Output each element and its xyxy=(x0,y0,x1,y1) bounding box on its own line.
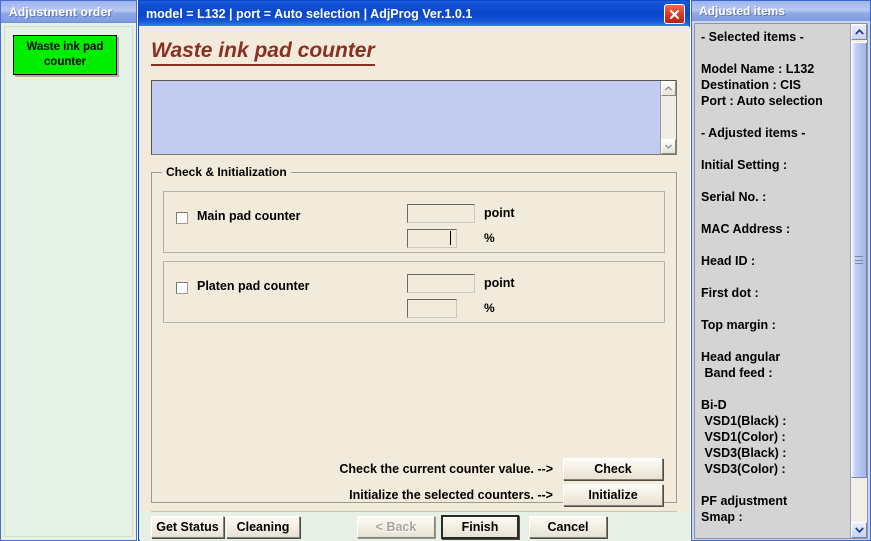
main-pad-counter-point-unit: point xyxy=(484,206,515,220)
adjusted-item: VSD3(Black) : xyxy=(701,445,851,461)
initialize-action-row: Initialize the selected counters. --> In… xyxy=(349,484,663,506)
platen-pad-counter-point-unit: point xyxy=(484,276,515,290)
adjprog-application: Adjustment order Waste ink pad counter m… xyxy=(0,0,871,541)
text-caret xyxy=(450,231,451,245)
adjustment-order-body: Waste ink pad counter xyxy=(4,26,133,537)
check-and-initialization-group: Check & Initialization Main pad counter … xyxy=(151,172,677,503)
adjusted-item: Port : Auto selection xyxy=(701,93,851,109)
adjusted-item: Top margin : xyxy=(701,317,851,333)
adjusted-items-panel: Adjusted items - Selected items - Model N… xyxy=(691,0,871,541)
platen-pad-counter-point-input[interactable] xyxy=(407,274,475,293)
adjusted-item: MAC Address : xyxy=(701,221,851,237)
log-scroll-up-icon[interactable] xyxy=(661,81,676,96)
adjusted-items-list: - Selected items - Model Name : L132Desti… xyxy=(695,24,851,525)
adjusted-items-scrollbar[interactable] xyxy=(850,24,867,538)
adjusted-item: VSD1(Black) : xyxy=(701,413,851,429)
platen-pad-counter-row: Platen pad counter point % xyxy=(163,261,665,323)
initialize-button[interactable]: Initialize xyxy=(563,484,663,506)
main-window-titlebar: model = L132 | port = Auto selection | A… xyxy=(139,1,689,26)
scrollbar-thumb[interactable] xyxy=(851,42,867,478)
adjusted-item: Destination : CIS xyxy=(701,77,851,93)
adjustment-order-panel: Adjustment order Waste ink pad counter xyxy=(0,0,137,541)
platen-pad-counter-percent-unit: % xyxy=(484,301,495,315)
adjusted-item: Model Name : L132 xyxy=(701,61,851,77)
adjusted-item: Smap : xyxy=(701,509,851,525)
check-action-prompt: Check the current counter value. --> xyxy=(339,462,553,476)
scroll-up-icon[interactable] xyxy=(851,24,867,40)
platen-pad-counter-checkbox[interactable] xyxy=(176,282,188,294)
adjusted-item: - Selected items - xyxy=(701,29,851,45)
finish-button[interactable]: Finish xyxy=(441,515,519,539)
adjusted-items-title: Adjusted items xyxy=(699,4,785,18)
adjusted-item: VSD3(Color) : xyxy=(701,461,851,477)
adjusted-item: First dot : xyxy=(701,285,851,301)
initialize-action-prompt: Initialize the selected counters. --> xyxy=(349,488,553,502)
log-scroll-down-icon[interactable] xyxy=(661,139,676,154)
adjustment-order-titlebar: Adjustment order xyxy=(1,1,136,23)
main-pad-counter-checkbox[interactable] xyxy=(176,212,188,224)
adjustment-order-title: Adjustment order xyxy=(9,5,112,19)
scroll-down-icon[interactable] xyxy=(851,522,867,538)
main-window-body: Waste ink pad counter Check & Initializa… xyxy=(140,27,690,541)
log-scrollbar[interactable] xyxy=(660,81,676,154)
platen-pad-counter-label: Platen pad counter xyxy=(197,279,310,293)
main-window-title: model = L132 | port = Auto selection | A… xyxy=(146,7,472,21)
main-pad-counter-label: Main pad counter xyxy=(197,209,300,223)
adjusted-item: Band feed : xyxy=(701,365,851,381)
back-button: < Back xyxy=(357,516,435,538)
check-action-row: Check the current counter value. --> Che… xyxy=(339,458,663,480)
cancel-button[interactable]: Cancel xyxy=(529,516,607,538)
adjusted-item: PF adjustment xyxy=(701,493,851,509)
main-pad-counter-row: Main pad counter point % xyxy=(163,191,665,253)
adjusted-item: Initial Setting : xyxy=(701,157,851,173)
adjusted-item: VSD1(Color) : xyxy=(701,429,851,445)
adjusted-item: Head angular xyxy=(701,349,851,365)
platen-pad-counter-percent-input[interactable] xyxy=(407,299,457,318)
adjusted-item: Serial No. : xyxy=(701,189,851,205)
adjusted-item: - Adjusted items - xyxy=(701,125,851,141)
log-output-area[interactable] xyxy=(151,80,677,155)
adjusted-item: Head ID : xyxy=(701,253,851,269)
get-status-button[interactable]: Get Status xyxy=(151,516,224,538)
scrollbar-grip-icon xyxy=(855,256,863,264)
group-legend: Check & Initialization xyxy=(162,165,291,179)
adjusted-item: Bi-D xyxy=(701,397,851,413)
page-title: Waste ink pad counter xyxy=(151,39,375,66)
close-icon[interactable] xyxy=(664,4,685,24)
footer-button-bar: Get Status Cleaning < Back Finish Cancel xyxy=(140,512,690,541)
adjusted-items-body: - Selected items - Model Name : L132Desti… xyxy=(694,23,868,539)
main-pad-counter-percent-unit: % xyxy=(484,231,495,245)
check-button[interactable]: Check xyxy=(563,458,663,480)
adjusted-items-titlebar: Adjusted items xyxy=(692,1,870,21)
main-pad-counter-point-input[interactable] xyxy=(407,204,475,223)
cleaning-button[interactable]: Cleaning xyxy=(226,516,300,538)
main-window: model = L132 | port = Auto selection | A… xyxy=(138,0,690,541)
waste-ink-pad-counter-order-button[interactable]: Waste ink pad counter xyxy=(13,35,117,75)
